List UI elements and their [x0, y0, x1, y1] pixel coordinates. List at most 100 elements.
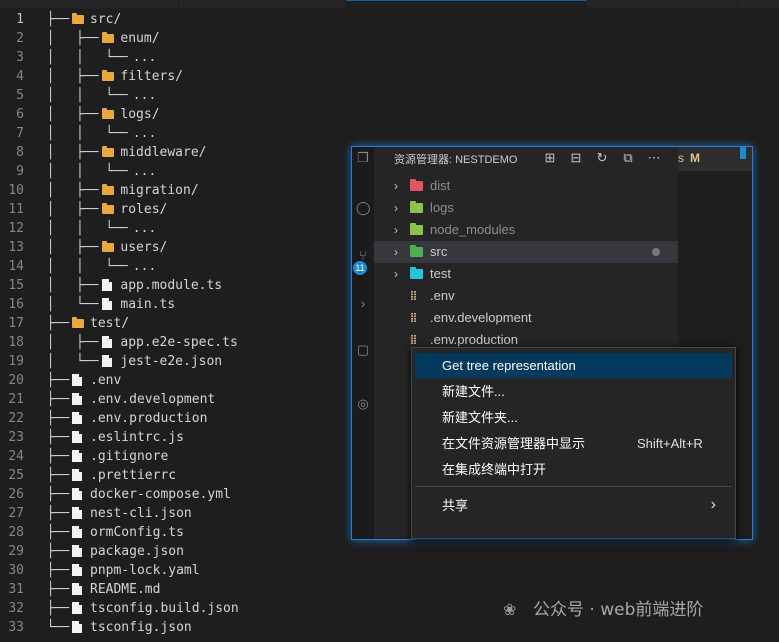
- file-icon: [102, 279, 113, 291]
- tree-entry-name: src/: [90, 12, 122, 27]
- tree-entry-name: .gitignore: [90, 449, 169, 464]
- tree-entry-name: logs/: [120, 107, 160, 122]
- line-number: 13: [8, 240, 24, 255]
- run-debug-icon[interactable]: ›: [356, 297, 370, 311]
- activity-bar: ❐ ◯ ⑂ 11 › ▢ ◎: [352, 147, 374, 539]
- line-number: 18: [8, 335, 24, 350]
- folder-icon: [410, 201, 423, 213]
- menu-item[interactable]: Get tree representation: [415, 353, 732, 378]
- modified-dot-icon: [652, 248, 660, 256]
- folder-icon: [410, 179, 423, 191]
- editor-tab-active[interactable]: [346, 0, 587, 9]
- line-number: 26: [8, 487, 24, 502]
- line-number: 3: [16, 50, 24, 65]
- code-line[interactable]: 30 ├── pnpm-lock.yaml: [0, 561, 779, 580]
- chevron-right-icon[interactable]: ›: [394, 178, 404, 194]
- tree-guide: ├──: [32, 12, 69, 27]
- explorer-icon[interactable]: ❐: [356, 151, 370, 165]
- editor-tab[interactable]: [587, 0, 738, 8]
- refresh-icon[interactable]: ↻: [594, 150, 610, 166]
- tree-guide: │ ├──: [32, 240, 99, 255]
- folder-icon: [72, 13, 84, 24]
- explorer-item-label: .env.production: [430, 332, 518, 347]
- line-number: 21: [8, 392, 24, 407]
- new-file-icon[interactable]: ⊞: [542, 150, 558, 166]
- tree-entry-name: roles/: [120, 202, 168, 217]
- tree-entry-name: tsconfig.json: [90, 620, 192, 635]
- code-line[interactable]: 29 ├── package.json: [0, 542, 779, 561]
- explorer-item-test[interactable]: › test: [374, 263, 678, 285]
- context-menu: Get tree representation 新建文件... 新建文件夹... 在文…: [411, 347, 736, 539]
- explorer-item-node-modules[interactable]: › node_modules: [374, 219, 678, 241]
- chevron-right-icon[interactable]: ›: [394, 222, 404, 238]
- tree-guide: │ ├──: [32, 31, 99, 46]
- tree-entry-name: nest-cli.json: [90, 506, 192, 521]
- editor-tab[interactable]: [0, 0, 179, 8]
- menu-item[interactable]: 在集成终端中打开: [415, 457, 732, 482]
- more-actions-icon[interactable]: ⋯: [646, 150, 662, 166]
- tree-guide: ├──: [32, 430, 69, 445]
- line-number: 28: [8, 525, 24, 540]
- tree-guide: │ │ └──: [32, 126, 128, 141]
- tree-entry-name: middleware/: [120, 145, 207, 160]
- chevron-right-icon[interactable]: ›: [394, 266, 404, 282]
- folder-icon: [102, 32, 115, 43]
- chevron-right-icon[interactable]: ›: [394, 200, 404, 216]
- code-line[interactable]: 2 │ ├── enum/: [0, 29, 779, 48]
- tree-entry-name: ...: [132, 50, 157, 65]
- background-tab-marker: [740, 147, 746, 159]
- extensions-icon[interactable]: ▢: [356, 343, 370, 357]
- line-number: 25: [8, 468, 24, 483]
- tree-guide: │ ├──: [32, 107, 99, 122]
- tree-entry-name: .prettierrc: [90, 468, 177, 483]
- folder-icon: [102, 70, 115, 81]
- tree-entry-name: app.e2e-spec.ts: [120, 335, 238, 350]
- line-number: 24: [8, 449, 24, 464]
- tree-entry-name: .env.development: [90, 392, 216, 407]
- tree-entry-name: package.json: [90, 544, 184, 559]
- menu-item[interactable]: 共享 ›: [415, 493, 732, 518]
- tree-guide: └──: [32, 620, 69, 635]
- watermark-text: 公众号 · web前端进阶: [533, 600, 704, 620]
- code-line[interactable]: 7 │ │ └──...: [0, 124, 779, 143]
- collapse-all-icon[interactable]: ⧉: [620, 150, 636, 166]
- menu-item[interactable]: 在文件资源管理器中显示 Shift+Alt+R: [415, 431, 732, 456]
- chevron-right-icon[interactable]: ›: [394, 244, 404, 260]
- line-number: 9: [16, 164, 24, 179]
- explorer-item-logs[interactable]: › logs: [374, 197, 678, 219]
- code-line[interactable]: 4 │ ├── filters/: [0, 67, 779, 86]
- tree-guide: ├──: [32, 487, 69, 502]
- line-number: 16: [8, 297, 24, 312]
- explorer-item-env-development[interactable]: ⁞⁞ .env.development: [374, 307, 678, 329]
- tree-guide: ├──: [32, 563, 69, 578]
- remote-icon[interactable]: ◎: [356, 397, 370, 411]
- explorer-item-env[interactable]: ⁞⁞ .env: [374, 285, 678, 307]
- explorer-item-label: test: [430, 266, 451, 281]
- file-icon: [72, 488, 82, 500]
- menu-item[interactable]: 新建文件...: [415, 379, 732, 404]
- tree-guide: ├──: [32, 601, 69, 616]
- folder-icon: [102, 108, 115, 119]
- code-line[interactable]: 31 ├── README.md: [0, 580, 779, 599]
- wechat-icon: ❀: [503, 600, 517, 619]
- tree-entry-name: main.ts: [120, 297, 176, 312]
- menu-item[interactable]: 新建文件夹...: [415, 405, 732, 430]
- explorer-title: 资源管理器: NESTDEMO: [394, 154, 518, 166]
- search-icon[interactable]: ◯: [356, 201, 371, 215]
- editor-tab[interactable]: [179, 0, 346, 8]
- code-line[interactable]: 1 ├── src/: [0, 10, 779, 29]
- explorer-item-dist[interactable]: › dist: [374, 175, 678, 197]
- tree-guide: │ │ └──: [32, 259, 128, 274]
- code-line[interactable]: 6 │ ├── logs/: [0, 105, 779, 124]
- file-icon: [72, 469, 82, 481]
- new-folder-icon[interactable]: ⊟: [568, 150, 584, 166]
- file-icon: [102, 355, 113, 367]
- code-line[interactable]: 3 │ │ └──...: [0, 48, 779, 67]
- tab-label: s: [678, 151, 684, 165]
- file-icon: [72, 393, 82, 405]
- source-control-badge: 11: [353, 261, 367, 275]
- code-line[interactable]: 5 │ │ └──...: [0, 86, 779, 105]
- explorer-item-src[interactable]: › src: [374, 241, 678, 263]
- file-icon: [72, 564, 82, 576]
- line-number: 7: [16, 126, 24, 141]
